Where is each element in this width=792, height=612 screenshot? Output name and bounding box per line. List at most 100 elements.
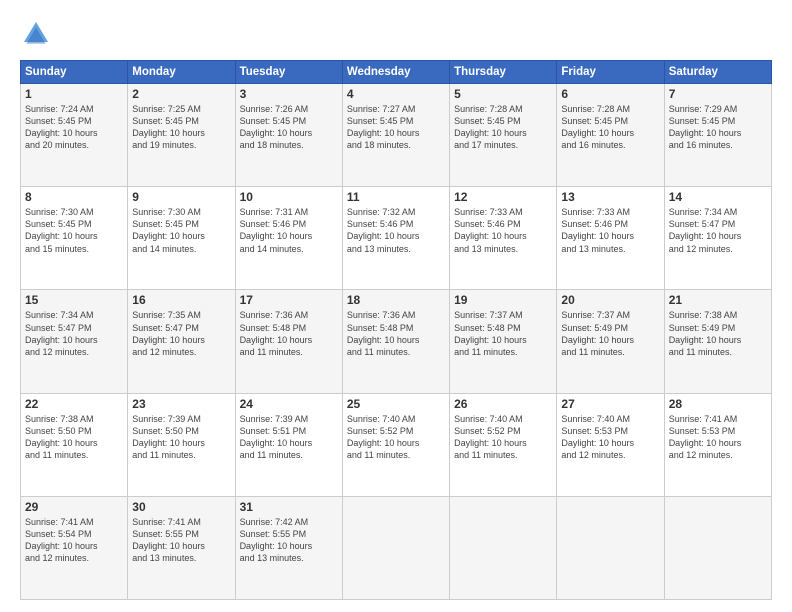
calendar-week-3: 15 Sunrise: 7:34 AM Sunset: 5:47 PM Dayli… <box>21 290 772 393</box>
calendar-cell: 30 Sunrise: 7:41 AM Sunset: 5:55 PM Dayli… <box>128 496 235 599</box>
day-number: 7 <box>669 87 767 101</box>
day-content: Sunrise: 7:33 AM Sunset: 5:46 PM Dayligh… <box>561 206 659 255</box>
day-number: 4 <box>347 87 445 101</box>
day-content: Sunrise: 7:26 AM Sunset: 5:45 PM Dayligh… <box>240 103 338 152</box>
day-number: 5 <box>454 87 552 101</box>
day-content: Sunrise: 7:32 AM Sunset: 5:46 PM Dayligh… <box>347 206 445 255</box>
calendar-cell: 17 Sunrise: 7:36 AM Sunset: 5:48 PM Dayli… <box>235 290 342 393</box>
calendar-cell: 28 Sunrise: 7:41 AM Sunset: 5:53 PM Dayli… <box>664 393 771 496</box>
calendar-header-monday: Monday <box>128 61 235 84</box>
day-content: Sunrise: 7:35 AM Sunset: 5:47 PM Dayligh… <box>132 309 230 358</box>
day-number: 28 <box>669 397 767 411</box>
calendar-cell: 26 Sunrise: 7:40 AM Sunset: 5:52 PM Dayli… <box>450 393 557 496</box>
day-number: 14 <box>669 190 767 204</box>
calendar-cell: 21 Sunrise: 7:38 AM Sunset: 5:49 PM Dayli… <box>664 290 771 393</box>
day-number: 8 <box>25 190 123 204</box>
calendar-cell: 23 Sunrise: 7:39 AM Sunset: 5:50 PM Dayli… <box>128 393 235 496</box>
calendar-cell: 25 Sunrise: 7:40 AM Sunset: 5:52 PM Dayli… <box>342 393 449 496</box>
calendar-header-tuesday: Tuesday <box>235 61 342 84</box>
day-content: Sunrise: 7:39 AM Sunset: 5:50 PM Dayligh… <box>132 413 230 462</box>
calendar-week-4: 22Sunrise: 7:38 AM Sunset: 5:50 PM Dayli… <box>21 393 772 496</box>
day-number: 25 <box>347 397 445 411</box>
day-content: Sunrise: 7:36 AM Sunset: 5:48 PM Dayligh… <box>347 309 445 358</box>
day-number: 17 <box>240 293 338 307</box>
day-number: 18 <box>347 293 445 307</box>
calendar-cell: 10 Sunrise: 7:31 AM Sunset: 5:46 PM Dayli… <box>235 187 342 290</box>
calendar-cell <box>664 496 771 599</box>
day-content: Sunrise: 7:40 AM Sunset: 5:53 PM Dayligh… <box>561 413 659 462</box>
day-number: 12 <box>454 190 552 204</box>
calendar-week-5: 29Sunrise: 7:41 AM Sunset: 5:54 PM Dayli… <box>21 496 772 599</box>
day-number: 6 <box>561 87 659 101</box>
header <box>20 18 772 50</box>
calendar-header-saturday: Saturday <box>664 61 771 84</box>
day-number: 29 <box>25 500 123 514</box>
calendar-cell: 11 Sunrise: 7:32 AM Sunset: 5:46 PM Dayli… <box>342 187 449 290</box>
day-number: 16 <box>132 293 230 307</box>
day-number: 24 <box>240 397 338 411</box>
day-content: Sunrise: 7:36 AM Sunset: 5:48 PM Dayligh… <box>240 309 338 358</box>
day-content: Sunrise: 7:24 AM Sunset: 5:45 PM Dayligh… <box>25 103 123 152</box>
day-content: Sunrise: 7:40 AM Sunset: 5:52 PM Dayligh… <box>454 413 552 462</box>
calendar-cell: 16 Sunrise: 7:35 AM Sunset: 5:47 PM Dayli… <box>128 290 235 393</box>
day-number: 2 <box>132 87 230 101</box>
calendar-cell: 6Sunrise: 7:28 AM Sunset: 5:45 PM Daylig… <box>557 84 664 187</box>
calendar-cell: 13 Sunrise: 7:33 AM Sunset: 5:46 PM Dayli… <box>557 187 664 290</box>
calendar-cell: 1 Sunrise: 7:24 AM Sunset: 5:45 PM Daylig… <box>21 84 128 187</box>
day-content: Sunrise: 7:29 AM Sunset: 5:45 PM Dayligh… <box>669 103 767 152</box>
day-content: Sunrise: 7:30 AM Sunset: 5:45 PM Dayligh… <box>132 206 230 255</box>
calendar-cell: 29Sunrise: 7:41 AM Sunset: 5:54 PM Dayli… <box>21 496 128 599</box>
day-content: Sunrise: 7:27 AM Sunset: 5:45 PM Dayligh… <box>347 103 445 152</box>
calendar-cell: 5Sunrise: 7:28 AM Sunset: 5:45 PM Daylig… <box>450 84 557 187</box>
calendar-header-wednesday: Wednesday <box>342 61 449 84</box>
calendar-cell: 9 Sunrise: 7:30 AM Sunset: 5:45 PM Daylig… <box>128 187 235 290</box>
day-number: 9 <box>132 190 230 204</box>
calendar-header-sunday: Sunday <box>21 61 128 84</box>
day-content: Sunrise: 7:41 AM Sunset: 5:55 PM Dayligh… <box>132 516 230 565</box>
calendar-cell <box>450 496 557 599</box>
day-number: 21 <box>669 293 767 307</box>
day-number: 15 <box>25 293 123 307</box>
logo <box>20 18 56 50</box>
day-number: 13 <box>561 190 659 204</box>
page: SundayMondayTuesdayWednesdayThursdayFrid… <box>0 0 792 612</box>
day-content: Sunrise: 7:37 AM Sunset: 5:48 PM Dayligh… <box>454 309 552 358</box>
calendar-cell: 7 Sunrise: 7:29 AM Sunset: 5:45 PM Daylig… <box>664 84 771 187</box>
day-number: 11 <box>347 190 445 204</box>
calendar-cell: 15 Sunrise: 7:34 AM Sunset: 5:47 PM Dayli… <box>21 290 128 393</box>
logo-icon <box>20 18 52 50</box>
calendar-cell: 18 Sunrise: 7:36 AM Sunset: 5:48 PM Dayli… <box>342 290 449 393</box>
day-number: 1 <box>25 87 123 101</box>
calendar-cell: 20 Sunrise: 7:37 AM Sunset: 5:49 PM Dayli… <box>557 290 664 393</box>
calendar-cell: 12 Sunrise: 7:33 AM Sunset: 5:46 PM Dayli… <box>450 187 557 290</box>
calendar-cell: 19 Sunrise: 7:37 AM Sunset: 5:48 PM Dayli… <box>450 290 557 393</box>
day-number: 19 <box>454 293 552 307</box>
day-content: Sunrise: 7:31 AM Sunset: 5:46 PM Dayligh… <box>240 206 338 255</box>
calendar-cell: 14Sunrise: 7:34 AM Sunset: 5:47 PM Dayli… <box>664 187 771 290</box>
day-content: Sunrise: 7:38 AM Sunset: 5:50 PM Dayligh… <box>25 413 123 462</box>
day-content: Sunrise: 7:39 AM Sunset: 5:51 PM Dayligh… <box>240 413 338 462</box>
day-content: Sunrise: 7:37 AM Sunset: 5:49 PM Dayligh… <box>561 309 659 358</box>
day-content: Sunrise: 7:33 AM Sunset: 5:46 PM Dayligh… <box>454 206 552 255</box>
calendar-week-1: 1 Sunrise: 7:24 AM Sunset: 5:45 PM Daylig… <box>21 84 772 187</box>
day-number: 26 <box>454 397 552 411</box>
day-number: 31 <box>240 500 338 514</box>
day-content: Sunrise: 7:38 AM Sunset: 5:49 PM Dayligh… <box>669 309 767 358</box>
calendar-header-thursday: Thursday <box>450 61 557 84</box>
day-number: 20 <box>561 293 659 307</box>
calendar-week-2: 8 Sunrise: 7:30 AM Sunset: 5:45 PM Daylig… <box>21 187 772 290</box>
calendar-cell <box>557 496 664 599</box>
day-content: Sunrise: 7:34 AM Sunset: 5:47 PM Dayligh… <box>25 309 123 358</box>
day-number: 10 <box>240 190 338 204</box>
day-number: 30 <box>132 500 230 514</box>
day-content: Sunrise: 7:40 AM Sunset: 5:52 PM Dayligh… <box>347 413 445 462</box>
day-number: 27 <box>561 397 659 411</box>
day-content: Sunrise: 7:25 AM Sunset: 5:45 PM Dayligh… <box>132 103 230 152</box>
day-content: Sunrise: 7:41 AM Sunset: 5:53 PM Dayligh… <box>669 413 767 462</box>
calendar-cell: 27 Sunrise: 7:40 AM Sunset: 5:53 PM Dayli… <box>557 393 664 496</box>
calendar-cell: 24 Sunrise: 7:39 AM Sunset: 5:51 PM Dayli… <box>235 393 342 496</box>
calendar-header-friday: Friday <box>557 61 664 84</box>
day-number: 23 <box>132 397 230 411</box>
calendar-cell: 31Sunrise: 7:42 AM Sunset: 5:55 PM Dayli… <box>235 496 342 599</box>
calendar-table: SundayMondayTuesdayWednesdayThursdayFrid… <box>20 60 772 600</box>
